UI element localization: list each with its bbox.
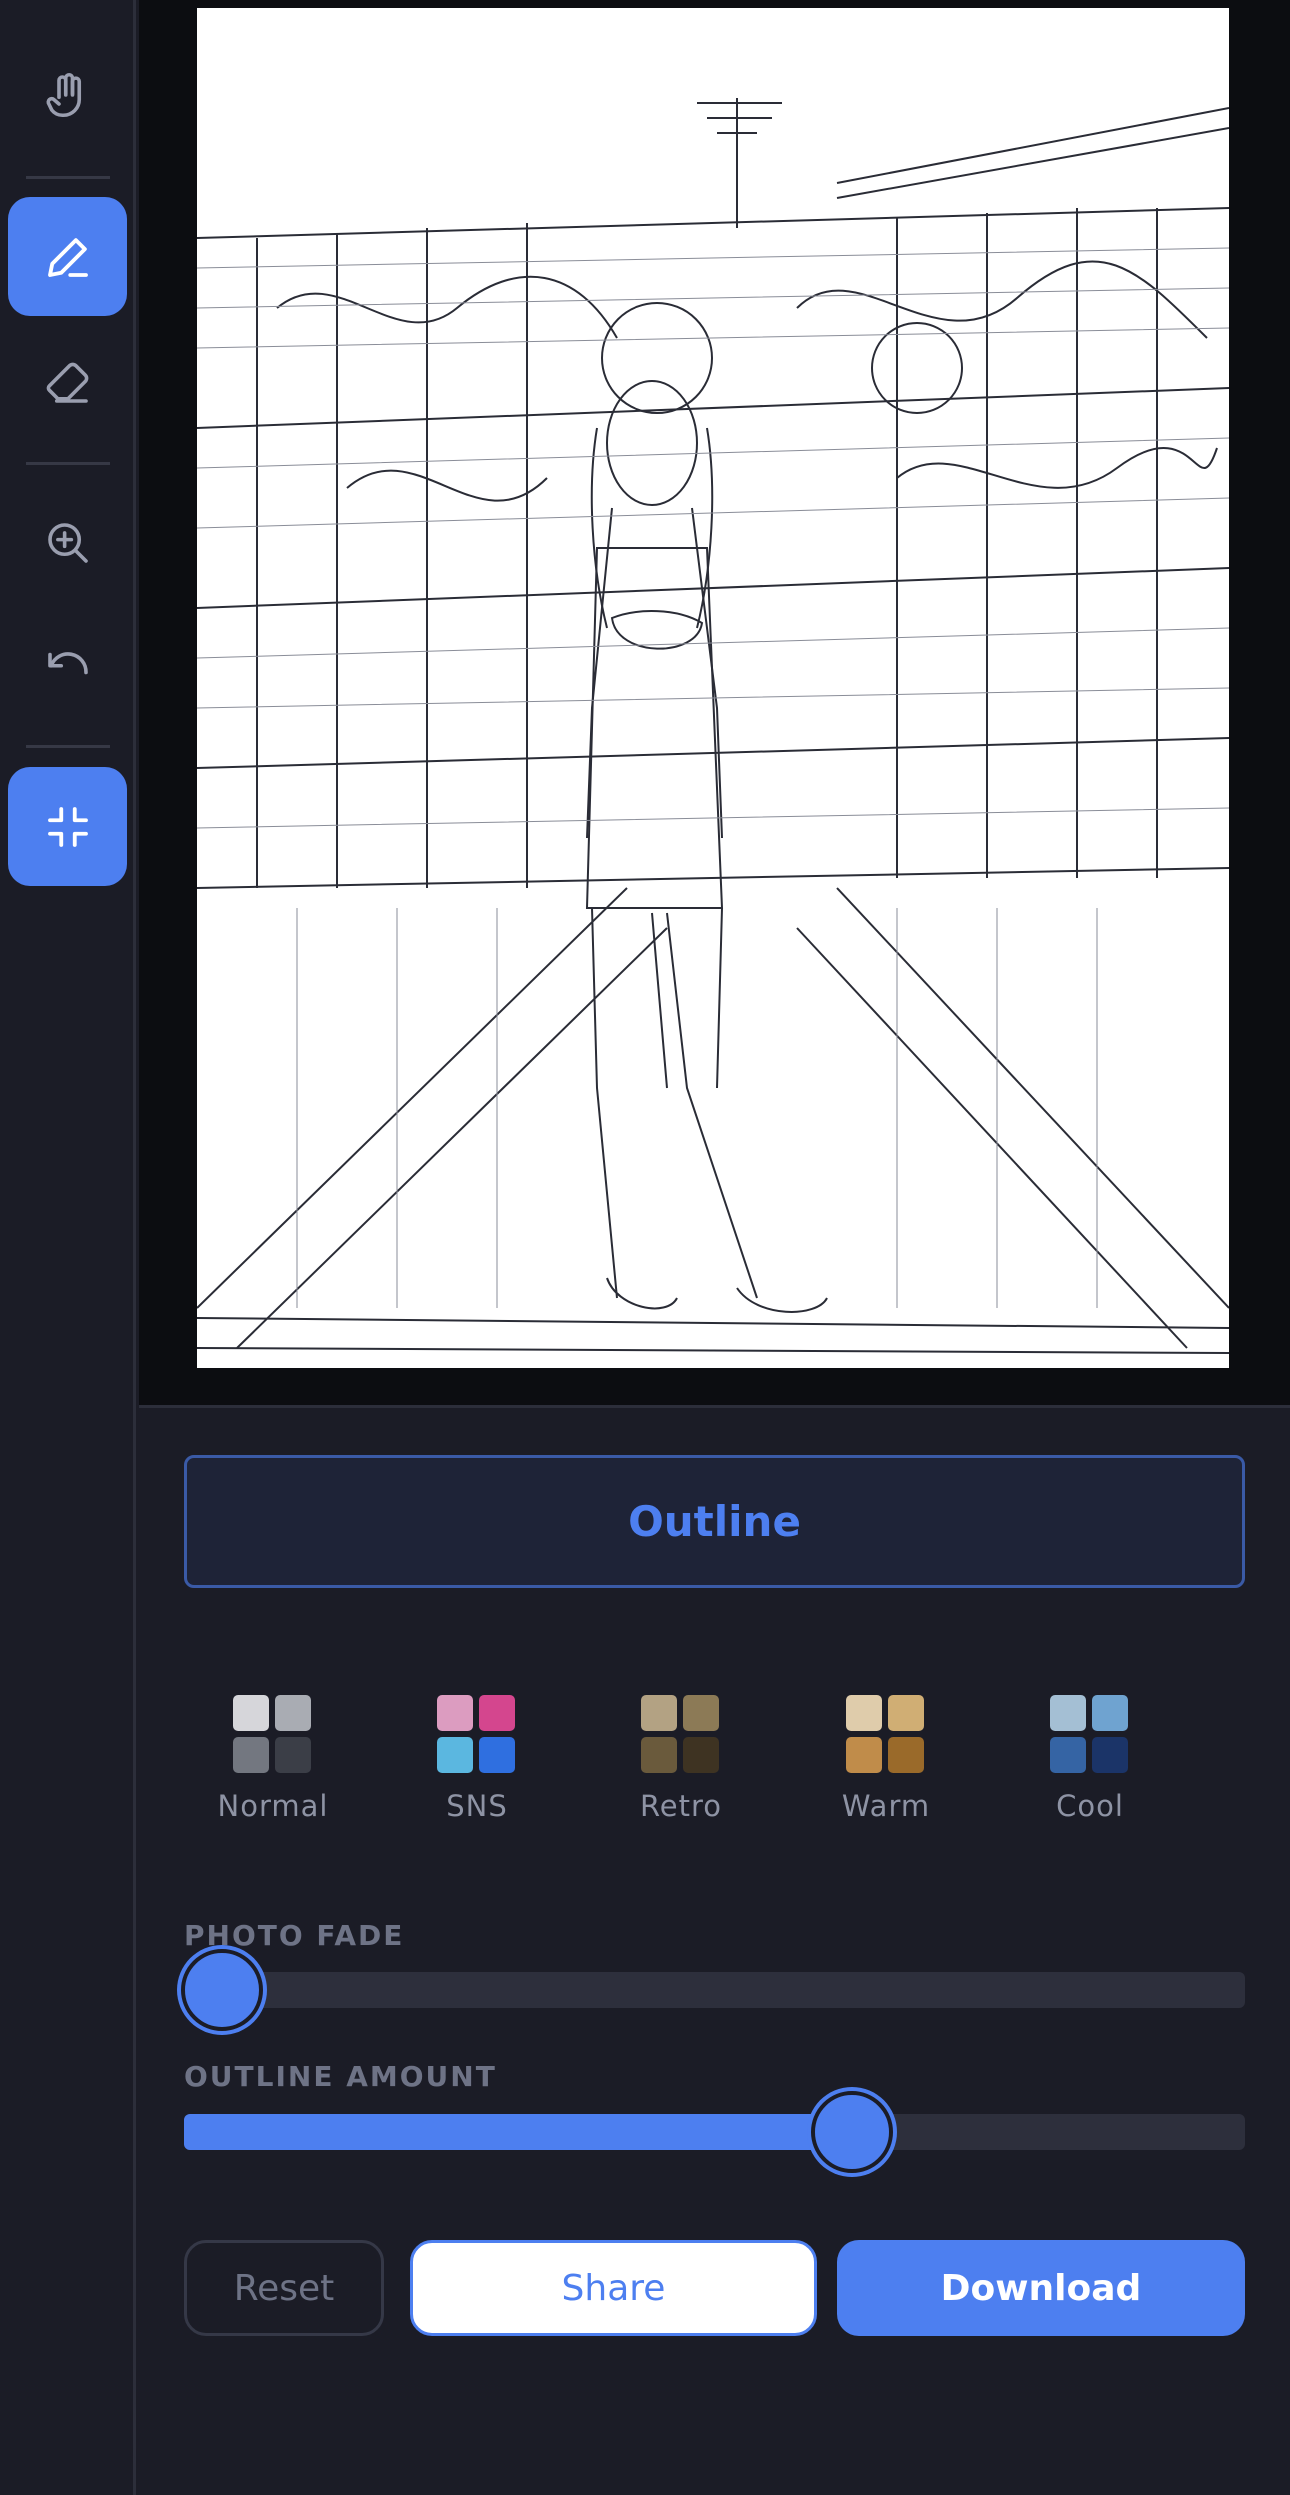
eraser-tool-button[interactable] — [8, 323, 127, 442]
photo-fade-label: PHOTO FADE — [184, 1919, 405, 1952]
undo-button[interactable] — [8, 608, 127, 727]
outline-amount-thumb[interactable] — [811, 2091, 894, 2173]
color-swatch — [479, 1695, 515, 1731]
preset-swatch-grid — [641, 1695, 721, 1775]
toolbar-divider — [26, 176, 110, 179]
app: Outline Normal SNS Retro Warm Cool PHOTO FAD… — [0, 0, 1290, 2495]
color-swatch — [233, 1737, 269, 1773]
preset-cool[interactable]: Cool — [1010, 1695, 1170, 1823]
preset-label: Normal — [217, 1789, 329, 1823]
preset-label: Retro — [639, 1789, 723, 1823]
outline-amount-label: OUTLINE AMOUNT — [184, 2060, 497, 2093]
preset-warm[interactable]: Warm — [806, 1695, 966, 1823]
outline-amount-fill — [184, 2114, 853, 2150]
zoom-in-tool-button[interactable] — [8, 483, 127, 602]
download-button[interactable]: Download — [837, 2240, 1245, 2336]
color-swatch — [641, 1737, 677, 1773]
collapse-button[interactable] — [8, 767, 127, 886]
color-swatch — [846, 1737, 882, 1773]
color-swatch — [683, 1737, 719, 1773]
outline-photo-image — [197, 8, 1229, 1368]
color-swatch — [437, 1695, 473, 1731]
color-swatch — [846, 1695, 882, 1731]
color-swatch — [641, 1695, 677, 1731]
color-swatch — [275, 1695, 311, 1731]
color-swatch — [275, 1737, 311, 1773]
color-swatch — [1050, 1695, 1086, 1731]
color-swatch — [888, 1695, 924, 1731]
color-swatch — [1050, 1737, 1086, 1773]
toolbar-divider — [26, 462, 110, 465]
undo-icon — [47, 651, 88, 674]
color-swatch — [437, 1737, 473, 1773]
pencil-tool-button[interactable] — [8, 197, 127, 316]
color-swatch — [1092, 1737, 1128, 1773]
color-swatch — [233, 1695, 269, 1731]
color-swatch — [1092, 1695, 1128, 1731]
preset-label: SNS — [446, 1789, 508, 1823]
preset-swatch-grid — [233, 1695, 313, 1775]
outline-amount-slider[interactable] — [184, 2114, 1245, 2150]
color-swatch — [888, 1737, 924, 1773]
preset-swatch-grid — [437, 1695, 517, 1775]
color-swatch — [683, 1695, 719, 1731]
preset-normal[interactable]: Normal — [193, 1695, 353, 1823]
eraser-icon — [46, 362, 88, 403]
color-swatch — [479, 1737, 515, 1773]
outline-photo-canvas[interactable] — [197, 8, 1229, 1368]
preset-swatch-grid — [846, 1695, 926, 1775]
share-button[interactable]: Share — [410, 2240, 817, 2336]
reset-button[interactable]: Reset — [184, 2240, 384, 2336]
photo-fade-thumb[interactable] — [181, 1949, 263, 2031]
outline-mode-button[interactable]: Outline — [184, 1455, 1245, 1588]
hand-icon — [46, 72, 81, 117]
preset-label: Cool — [1056, 1789, 1124, 1823]
toolbar-divider — [26, 745, 110, 748]
pencil-icon — [47, 237, 88, 277]
preset-swatch-grid — [1050, 1695, 1130, 1775]
hand-tool-button[interactable] — [8, 35, 127, 154]
preset-sns[interactable]: SNS — [397, 1695, 557, 1823]
tool-sidebar — [0, 0, 136, 2495]
zoom-in-icon — [47, 522, 88, 563]
preset-retro[interactable]: Retro — [601, 1695, 761, 1823]
collapse-icon — [47, 806, 88, 847]
photo-fade-slider[interactable] — [184, 1972, 1245, 2008]
preset-label: Warm — [841, 1789, 931, 1823]
